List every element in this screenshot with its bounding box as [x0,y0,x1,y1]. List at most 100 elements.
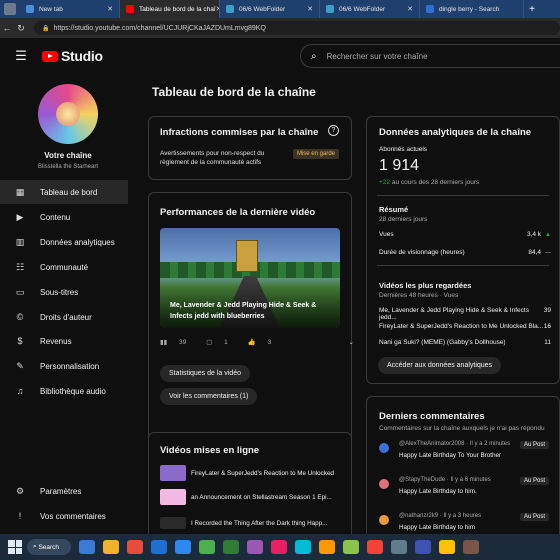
taskbar-app-icon[interactable] [415,540,431,554]
taskbar-app-icon[interactable] [343,540,359,554]
upload-thumbnail [160,465,186,481]
close-icon[interactable]: ✕ [407,5,413,13]
post-link[interactable]: Au Post [519,513,549,521]
taskbar-app-icon[interactable] [247,540,263,554]
sidebar: Votre chaîne Blisstella the Starheart ▦ T… [0,74,142,534]
post-link[interactable]: Au Post [519,441,549,449]
avatar [379,443,389,453]
taskbar-app-icon[interactable] [175,540,191,554]
audio-library-icon: ♫ [16,386,24,396]
window-menu-icon[interactable] [4,3,16,15]
taskbar-app-icon[interactable] [151,540,167,554]
taskbar-app-icon[interactable] [463,540,479,554]
gear-icon: ⚙ [15,485,25,496]
upload-row[interactable]: an Announcement on Stellastream Season 1… [160,488,342,506]
close-icon[interactable]: ✕ [307,5,313,13]
taskbar-app-icon[interactable] [295,540,311,554]
logo-text: Studio [61,48,103,64]
taskbar-app-icon[interactable] [271,540,287,554]
summary-title: Résumé [379,205,409,214]
infractions-title: Infractions commises par la chaîne [160,127,319,138]
top-video-row[interactable]: FireyLater & SuperJedd's Reaction to Me … [379,323,551,330]
taskbar-app-icon[interactable] [223,540,239,554]
search-icon: ⌕ [311,50,317,62]
sidebar-item-community[interactable]: ☷ Communauté [0,255,128,279]
refresh-icon[interactable]: ↻ [14,23,28,34]
sidebar-item-copyright[interactable]: © Droits d'auteur [0,305,128,329]
go-to-analytics-button[interactable]: Accéder aux données analytiques [378,357,502,374]
warning-badge: Mise en garde [292,149,339,159]
video-title-overlay: Me, Lavender & Jedd Playing Hide & Seek … [170,302,317,320]
upload-row[interactable]: I Recorded the Thing After the Dark thin… [160,516,342,530]
tab-favicon-icon [426,5,434,13]
video-thumbnail[interactable]: Me, Lavender & Jedd Playing Hide & Seek … [160,228,340,328]
taskbar-app-icon[interactable] [391,540,407,554]
close-icon[interactable]: ✕ [107,5,113,13]
top-videos-sub: Dernières 48 heures · Vues [379,292,459,299]
tab-label: dingle berry - Search [439,5,500,13]
likes-stat: 👍 3 [247,339,272,346]
sidebar-item-settings[interactable]: ⚙ Paramètres [0,479,128,503]
taskbar-search[interactable]: ⌕ Search [27,539,71,555]
subscriber-count: 1 914 [379,157,420,174]
os-taskbar: ⌕ Search [0,534,560,560]
sidebar-item-audio-library[interactable]: ♫ Bibliothèque audio [0,379,128,403]
top-video-row[interactable]: Me, Lavender & Jedd Playing Hide & Seek … [379,307,551,321]
top-video-row[interactable]: Nani ga Suki? (MEME) (Gabby's Dollhouse)… [379,339,551,346]
browser-tab-2[interactable]: Tableau de bord de la chaî✕ [120,0,220,18]
video-stats-button[interactable]: Statistiques de la vidéo [160,365,250,382]
comment-item[interactable]: @StapyTheDude · Il y a 6 minutes Happy L… [379,477,551,513]
sidebar-item-dashboard[interactable]: ▦ Tableau de bord [0,180,128,204]
channel-avatar[interactable] [38,84,98,144]
sidebar-item-earn[interactable]: $ Revenus [0,329,128,353]
channel-title: Votre chaîne [44,151,92,160]
taskbar-app-icon[interactable] [127,540,143,554]
channel-name: Blisstella the Starheart [37,164,99,170]
tab-label: Tableau de bord de la chaî [139,5,216,13]
upload-thumbnail [160,489,186,505]
comments-stat: ▢ 1 [206,339,228,346]
taskbar-app-icon[interactable] [319,540,335,554]
upload-row[interactable]: FireyLater & SuperJedd's Reaction to Me … [160,464,342,482]
taskbar-app-icon[interactable] [103,540,119,554]
url-input[interactable]: 🔒 https://studio.youtube.com/channel/UCJU… [34,21,560,35]
help-icon[interactable]: ? [328,125,339,136]
address-bar-row: ← ↻ 🔒 https://studio.youtube.com/channel/… [0,18,560,38]
browser-tab-1[interactable]: New tab ✕ [20,0,120,18]
taskbar-app-icon[interactable] [439,540,455,554]
taskbar-app-icon[interactable] [367,540,383,554]
sidebar-item-subtitles[interactable]: ▭ Sous-titres [0,280,128,304]
menu-icon[interactable]: ☰ [0,48,42,64]
dash-icon: — [545,249,551,256]
new-tab-button[interactable]: + [524,4,540,15]
divider [377,265,549,266]
sidebar-item-analytics[interactable]: ▥ Données analytiques [0,230,128,254]
dashboard-main: Tableau de bord de la chaîne Infractions… [142,74,560,542]
analytics-title: Données analytiques de la chaîne [379,127,532,138]
sidebar-item-content[interactable]: ▶ Contenu [0,205,128,229]
sidebar-item-feedback[interactable]: ! Vos commentaires [0,504,128,528]
studio-logo[interactable]: Studio [42,48,103,64]
divider [377,195,549,196]
channel-search-input[interactable]: ⌕ Rechercher sur votre chaîne [300,44,560,68]
sidebar-item-customization[interactable]: ✎ Personnalisation [0,354,128,378]
browser-tab-3[interactable]: 06/6 WebFolder ✕ [220,0,320,18]
chevron-down-icon[interactable]: ⌄ [349,338,354,346]
taskbar-app-icon[interactable] [79,540,95,554]
subscriber-delta: +22 au cours des 28 derniers jours [379,179,480,186]
lock-icon: 🔒 [42,25,50,32]
uploads-title: Vidéos mises en ligne [160,445,260,456]
view-comments-button[interactable]: Voir les commentaires (1) [160,388,258,405]
comments-title: Derniers commentaires [379,411,485,422]
arrow-up-icon: ▲ [545,231,551,238]
brush-icon: ✎ [16,360,24,371]
taskbar-app-icon[interactable] [199,540,215,554]
start-icon[interactable] [8,540,22,554]
top-videos-title: Vidéos les plus regardées [379,281,472,290]
post-link[interactable]: Au Post [519,477,549,485]
browser-tab-4[interactable]: 06/6 WebFolder ✕ [320,0,420,18]
back-icon[interactable]: ← [0,23,14,33]
studio-header: ☰ Studio ⌕ Rechercher sur votre chaîne [0,38,560,74]
browser-tab-5[interactable]: dingle berry - Search [420,0,524,18]
comment-item[interactable]: @AlexTheAnimator2008 · Il y a 2 minutes … [379,441,551,477]
